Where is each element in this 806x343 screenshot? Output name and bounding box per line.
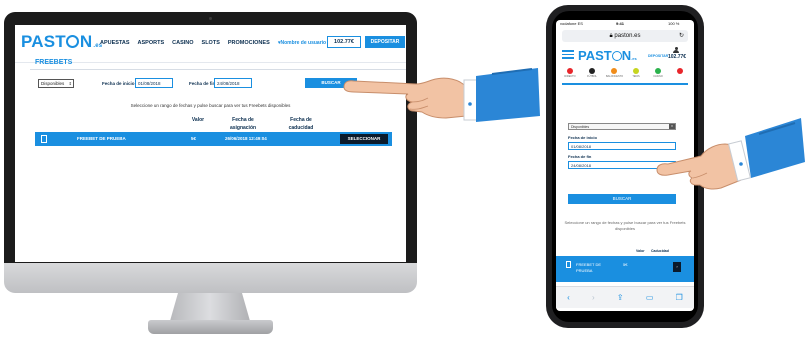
- battery-label: 100 %: [668, 21, 680, 26]
- user-name-label: Nombre de usuario: [280, 40, 327, 46]
- column-header-expiry: Caducidad: [651, 249, 669, 253]
- user-icon[interactable]: [673, 47, 679, 53]
- chevron-down-icon: ⇕: [68, 81, 72, 86]
- imac-camera: [209, 17, 212, 20]
- freebet-name: FREEBET DE PRUEBA: [576, 262, 602, 273]
- table-row: FREEBET DE PRUEBA 5€ 26/06/2018 12:49:04…: [35, 132, 392, 146]
- sport-icon: [567, 68, 573, 74]
- main-nav: APUESTAS ASPORTS CASINO SLOTS PROMOCIONE…: [100, 40, 270, 46]
- end-date-input[interactable]: 24/08/2018: [214, 78, 252, 88]
- carrier-label: vodafone ES: [560, 21, 583, 26]
- hamburger-menu-icon[interactable]: [562, 50, 574, 59]
- freebet-name: FREEBET DE PRUEBA: [77, 136, 126, 141]
- sport-tab-5[interactable]: [672, 68, 688, 82]
- pointing-hand-icon: [343, 68, 540, 122]
- mobile-header: PAST N.es DEPOSITAR 102.77€: [556, 46, 694, 64]
- logo-text-end: N: [79, 32, 93, 51]
- nav-casino[interactable]: CASINO: [172, 40, 193, 46]
- reload-icon[interactable]: ↻: [679, 30, 684, 42]
- sport-icon: [633, 68, 639, 74]
- freebet-value: 5€: [191, 136, 197, 141]
- table-row: FREEBET DE PRUEBA 5€ ›: [556, 256, 694, 282]
- column-header-value: Valor: [191, 117, 205, 123]
- column-header-expiry: Fecha de caducidad: [288, 117, 314, 131]
- paston-logo[interactable]: PAST N.es: [21, 32, 102, 52]
- sport-label: BALONCESTO: [606, 75, 624, 78]
- sport-label: DIRECTO: [564, 75, 576, 78]
- sport-tab-2[interactable]: BALONCESTO: [606, 68, 624, 82]
- logo-text: PAST: [578, 48, 612, 63]
- sports-divider: [562, 83, 688, 85]
- nav-slots[interactable]: SLOTS: [202, 40, 220, 46]
- balance-display: 102.77€: [668, 54, 687, 60]
- lock-icon: 🔒︎: [609, 33, 613, 39]
- sport-label: TENIS: [632, 75, 640, 78]
- column-header-assigned: Fecha de asignación: [229, 117, 257, 131]
- page-title: FREEBETS: [35, 59, 73, 66]
- logo-tld: .es: [631, 56, 637, 61]
- sport-icon: [677, 68, 683, 74]
- imac-chin: [4, 263, 417, 293]
- user-menu[interactable]: ▾Nombre de usuario: [278, 40, 326, 46]
- start-date-input[interactable]: 01/08/2018: [135, 78, 173, 88]
- nav-asports[interactable]: ASPORTS: [138, 40, 165, 46]
- status-select[interactable]: Disponibles ⇕: [38, 79, 74, 88]
- sport-tab-1[interactable]: FÚTBOL: [584, 68, 600, 82]
- url-bar[interactable]: 🔒︎ paston.es ↻: [562, 30, 688, 42]
- status-bar: vodafone ES 9:41 100 %: [556, 20, 694, 28]
- sport-tab-4[interactable]: CASINO: [650, 68, 666, 82]
- deposit-link[interactable]: DEPOSITAR: [648, 54, 668, 58]
- back-icon[interactable]: ‹: [567, 293, 570, 302]
- imac-stand: [170, 293, 250, 321]
- start-date-label: Fecha de inicio: [568, 135, 597, 140]
- freebet-value: 5€: [623, 262, 628, 267]
- imac-foot: [148, 320, 273, 334]
- status-select-value: Disponibles: [571, 125, 590, 129]
- ticket-icon: [41, 135, 47, 143]
- end-date-label: Fecha de fin: [189, 81, 216, 86]
- column-header-value: Valor: [636, 249, 645, 253]
- sport-label: CASINO: [653, 75, 663, 78]
- url-text: paston.es: [614, 33, 641, 39]
- promo-stage: PAST N.es APUESTAS ASPORTS CASINO SLOTS P…: [0, 0, 806, 343]
- ball-icon: [611, 51, 622, 61]
- paston-logo-mobile[interactable]: PAST N.es: [578, 48, 637, 63]
- ticket-icon: [566, 261, 571, 268]
- bookmarks-icon[interactable]: ▭: [646, 293, 654, 302]
- end-date-label: Fecha de fin: [568, 154, 592, 159]
- select-button[interactable]: SELECCIONAR: [340, 134, 388, 144]
- ball-icon: [66, 35, 80, 48]
- logo-text: PAST: [21, 32, 66, 51]
- select-button[interactable]: ›: [673, 262, 681, 272]
- clock-label: 9:41: [616, 21, 625, 26]
- start-date-label: Fecha de inicio: [102, 81, 135, 86]
- search-hint: Seleccione un rango de fechas y pulse bu…: [564, 220, 686, 231]
- sport-icon: [611, 68, 617, 74]
- safari-toolbar: ‹ › ⇪ ▭ ❐: [556, 286, 694, 308]
- tabs-icon[interactable]: ❐: [676, 293, 683, 302]
- sports-bar: DIRECTO FÚTBOL BALONCESTO TENIS CASINO: [558, 68, 692, 82]
- deposit-button[interactable]: DEPOSITAR: [365, 36, 405, 48]
- logo-text-end: N: [621, 48, 632, 63]
- sport-tab-3[interactable]: TENIS: [628, 68, 644, 82]
- status-select-value: Disponibles: [41, 81, 65, 86]
- nav-promociones[interactable]: PROMOCIONES: [228, 40, 270, 46]
- sport-icon: [655, 68, 661, 74]
- share-icon[interactable]: ⇪: [617, 293, 624, 302]
- site-header: PAST N.es APUESTAS ASPORTS CASINO SLOTS P…: [15, 25, 406, 63]
- sport-label: FÚTBOL: [587, 75, 597, 78]
- balance-display: 102.77€: [327, 36, 361, 48]
- forward-icon[interactable]: ›: [592, 293, 595, 302]
- pointing-hand-icon: [656, 118, 805, 190]
- sport-icon: [589, 68, 595, 74]
- sport-tab-0[interactable]: DIRECTO: [562, 68, 578, 82]
- freebet-assigned-date: 26/06/2018 12:49:04: [225, 136, 267, 141]
- nav-apuestas[interactable]: APUESTAS: [100, 40, 130, 46]
